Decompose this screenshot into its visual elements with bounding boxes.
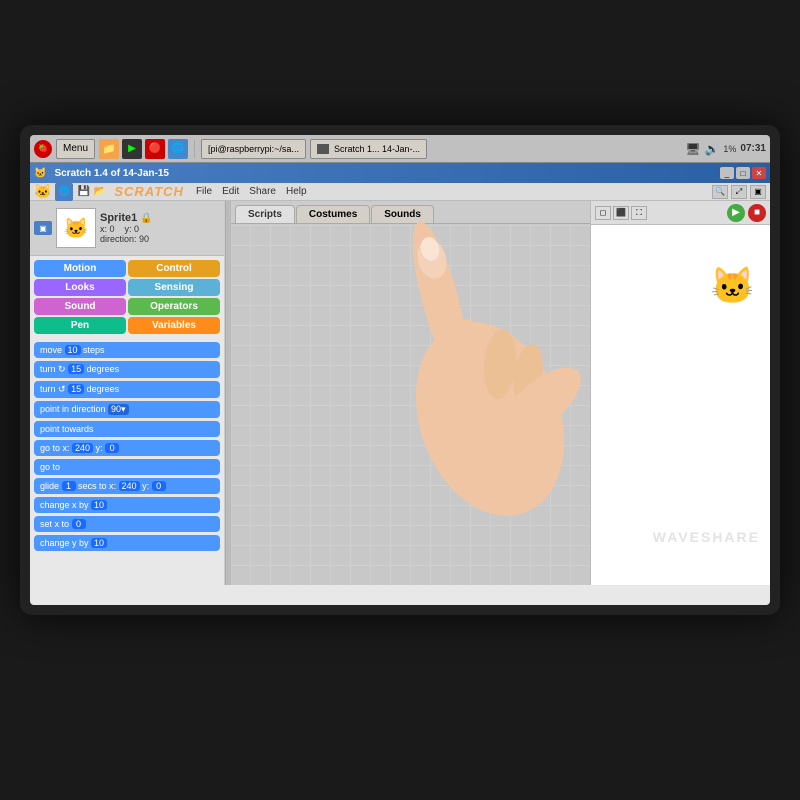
tab-sounds[interactable]: Sounds [371, 205, 434, 223]
category-buttons: Motion Control Looks Sensing Sound Opera… [30, 256, 224, 338]
sprite-header: ▣ 🐱 Sprite1 🔒 x: 0 [30, 201, 224, 256]
block-point-towards[interactable]: point towards [34, 421, 220, 437]
zoom-in-icon[interactable]: 🔍 [712, 185, 728, 199]
sprite-name: Sprite1 [100, 212, 137, 224]
save-icon[interactable]: 💾 [77, 186, 89, 197]
scratch-title-icon: 🐱 [34, 168, 46, 179]
taskbar-icons: 📁 ▶ 🔴 🌐 [99, 139, 188, 159]
monitor-frame: 🍓 Menu 📁 ▶ 🔴 🌐 [20, 125, 780, 615]
scripts-area: move 10 steps turn ↻ 15 degrees turn ↺ 1… [30, 338, 224, 585]
scratch-titlebar: 🐱 Scratch 1.4 of 14-Jan-15 _ □ ✕ [30, 163, 770, 183]
clock: 07:31 [740, 143, 766, 154]
network-icon[interactable]: 🌐 [168, 139, 188, 159]
stage-icon[interactable]: ▣ [34, 221, 52, 235]
cat-variables-btn[interactable]: Variables [128, 317, 220, 334]
window-controls: _ □ ✕ [720, 167, 766, 179]
script-tabs: Scripts Costumes Sounds [231, 201, 590, 224]
tab-costumes[interactable]: Costumes [296, 205, 370, 223]
scratch-logo: SCRATCH [114, 184, 184, 199]
terminal-window-btn[interactable]: [pi@raspberrypi:~/sa... [201, 139, 306, 159]
stage-large-icon[interactable]: ⬛ [613, 206, 629, 220]
stage-small-icon[interactable]: ◻ [595, 206, 611, 220]
sprite-direction-label: direction: 90 [100, 234, 153, 244]
sprite-thumbnail: 🐱 [56, 208, 96, 248]
block-change-x[interactable]: change x by 10 [34, 497, 220, 513]
cat-sound-btn[interactable]: Sound [34, 298, 126, 315]
browser-icon[interactable]: 🔴 [145, 139, 165, 159]
screen: 🍓 Menu 📁 ▶ 🔴 🌐 [30, 135, 770, 605]
cat-control-btn[interactable]: Control [128, 260, 220, 277]
sprite-x: x: 0 [100, 224, 115, 234]
block-change-y[interactable]: change y by 10 [34, 535, 220, 551]
cat-pen-btn[interactable]: Pen [34, 317, 126, 334]
sprite-nav: ▣ [34, 221, 52, 235]
block-goto[interactable]: go to [34, 459, 220, 475]
menu-label: Menu [63, 143, 88, 154]
cat-operators-btn[interactable]: Operators [128, 298, 220, 315]
scratch-window-label: Scratch 1... 14-Jan-... [334, 144, 420, 154]
scratch-title: Scratch 1.4 of 14-Jan-15 [54, 168, 716, 179]
stage-size-controls: ◻ ⬛ ⛶ [595, 206, 647, 220]
stage-area: ◻ ⬛ ⛶ ▶ ■ 🐱 [590, 201, 770, 585]
block-move[interactable]: move 10 steps [34, 342, 220, 358]
taskbar: 🍓 Menu 📁 ▶ 🔴 🌐 [30, 135, 770, 163]
block-point-direction[interactable]: point in direction 90▾ [34, 401, 220, 418]
block-glide[interactable]: glide 1 secs to x: 240 y: 0 [34, 478, 220, 494]
fullscreen-icon[interactable]: ⤢ [731, 185, 747, 199]
block-goto-xy[interactable]: go to x: 240 y: 0 [34, 440, 220, 456]
scratch-window-icon [317, 144, 329, 154]
menu-share[interactable]: Share [245, 185, 280, 198]
stage-toolbar: ◻ ⬛ ⛶ ▶ ■ [591, 201, 770, 225]
cat-sensing-btn[interactable]: Sensing [128, 279, 220, 296]
terminal-icon[interactable]: ▶ [122, 139, 142, 159]
menu-help[interactable]: Help [282, 185, 311, 198]
minimize-button[interactable]: _ [720, 167, 734, 179]
folder-icon[interactable]: 📂 [94, 186, 106, 197]
menu-file[interactable]: File [192, 185, 216, 198]
block-turn-cw[interactable]: turn ↻ 15 degrees [34, 361, 220, 378]
globe-icon[interactable]: 🌐 [55, 183, 73, 201]
scratch-window-btn[interactable]: Scratch 1... 14-Jan-... [310, 139, 427, 159]
scripts-workspace-area: Scripts Costumes Sounds [231, 201, 590, 585]
scratch-cat-logo: 🐱 [34, 183, 51, 200]
blocks-panel: ▣ 🐱 Sprite1 🔒 x: 0 [30, 201, 225, 585]
terminal-window-label: [pi@raspberrypi:~/sa... [208, 144, 299, 154]
watermark: WAVESHARE [653, 529, 760, 545]
sprite-coords: x: 0 y: 0 [100, 224, 153, 234]
lock-icon: 🔒 [140, 213, 152, 224]
scratch-menubar: 🐱 🌐 💾 📂 SCRATCH File Edit Share Help 🔍 ⤢… [30, 183, 770, 201]
battery-label: 1% [723, 144, 736, 154]
sprite-y: y: 0 [125, 224, 140, 234]
volume-icon: 🔊 [704, 142, 719, 156]
maximize-button[interactable]: □ [736, 167, 750, 179]
taskbar-right: 🖥 🔊 1% 07:31 [685, 142, 766, 156]
menu-button[interactable]: Menu [56, 139, 95, 159]
cat-motion-btn[interactable]: Motion [34, 260, 126, 277]
monitor-taskbar-icon: 🖥 [685, 142, 700, 156]
stop-button[interactable]: ■ [748, 204, 766, 222]
block-turn-ccw[interactable]: turn ↺ 15 degrees [34, 381, 220, 398]
sprite-details: Sprite1 🔒 x: 0 y: 0 direction: 90 [100, 212, 153, 244]
tab-scripts[interactable]: Scripts [235, 205, 295, 223]
close-button[interactable]: ✕ [752, 167, 766, 179]
menu-edit[interactable]: Edit [218, 185, 243, 198]
stage-sprite: 🐱 [710, 265, 755, 307]
separator1 [194, 140, 195, 158]
stage-fullscreen-icon[interactable]: ⛶ [631, 206, 647, 220]
filemanager-icon[interactable]: 📁 [99, 139, 119, 159]
raspberry-icon: 🍓 [34, 140, 52, 158]
block-set-x[interactable]: set x to 0 [34, 516, 220, 532]
scratch-main: ▣ 🐱 Sprite1 🔒 x: 0 [30, 201, 770, 585]
cat-looks-btn[interactable]: Looks [34, 279, 126, 296]
presentation-icon[interactable]: ▣ [750, 185, 766, 199]
green-flag-button[interactable]: ▶ [727, 204, 745, 222]
run-controls: ▶ ■ [727, 204, 766, 222]
stage-controls-top: 🔍 ⤢ ▣ [712, 185, 766, 199]
script-workspace[interactable] [231, 224, 590, 585]
